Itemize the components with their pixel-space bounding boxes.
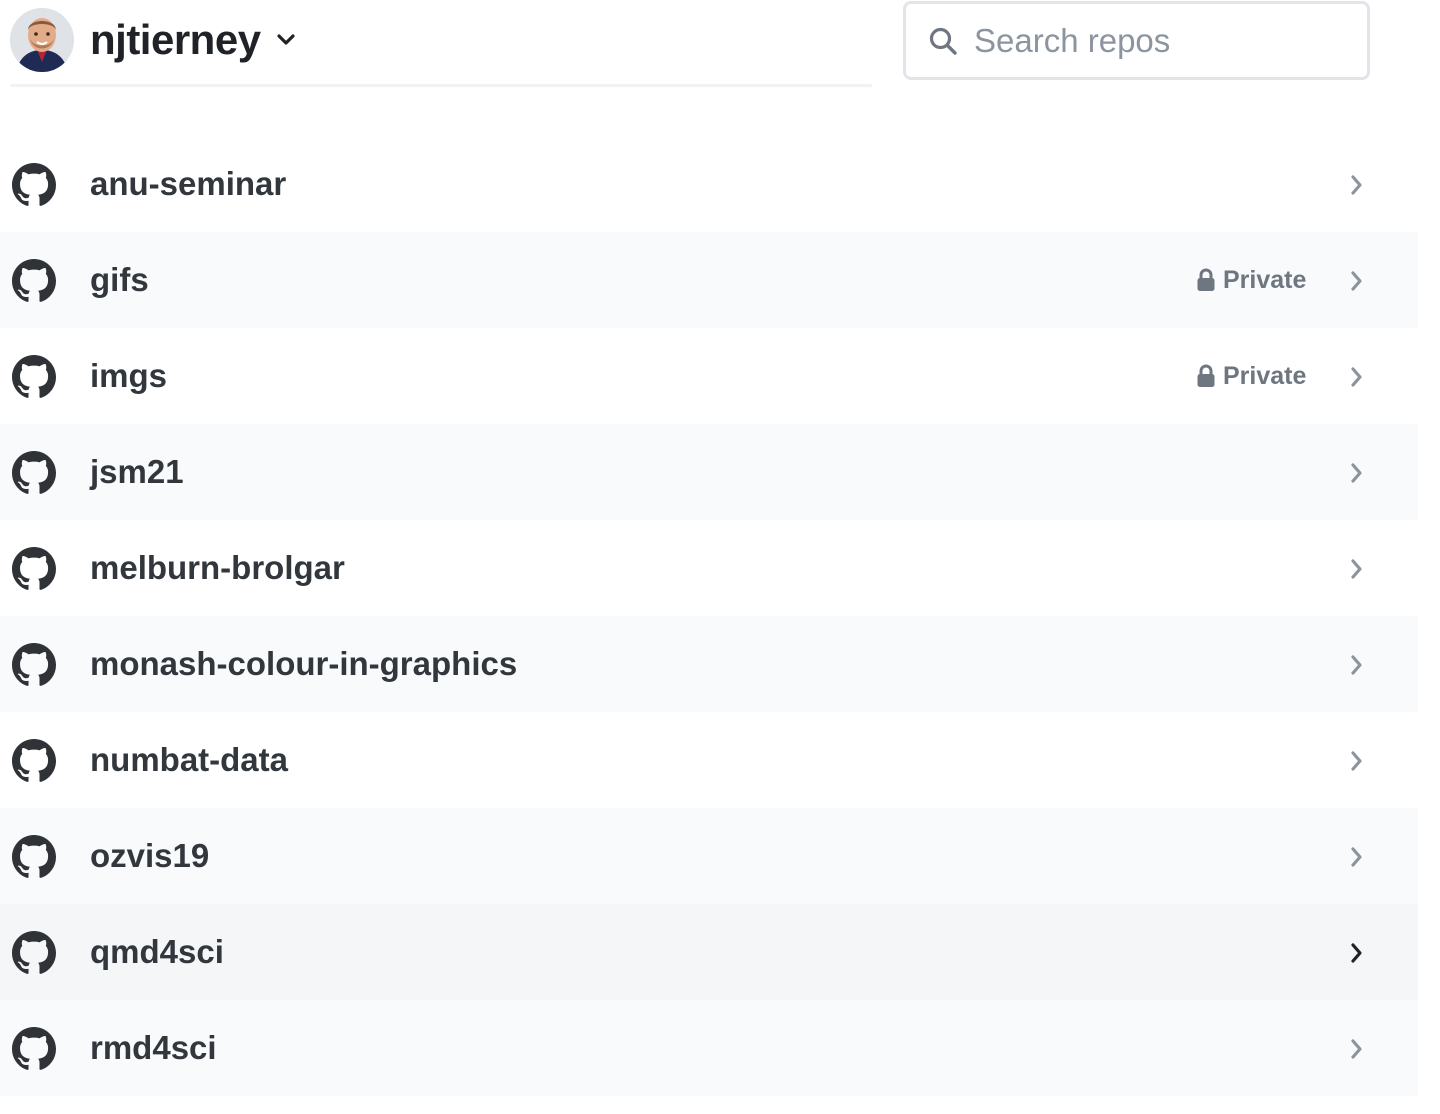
github-icon xyxy=(12,739,56,782)
search-input[interactable] xyxy=(974,21,1354,60)
repo-row[interactable]: numbat-data xyxy=(0,712,1418,808)
repo-row[interactable]: monash-colour-in-graphics xyxy=(0,616,1418,712)
chevron-right-icon[interactable] xyxy=(1350,654,1364,676)
github-icon xyxy=(12,259,56,302)
repo-name: ozvis19 xyxy=(90,837,210,874)
repo-name: anu-seminar xyxy=(90,165,287,202)
repo-name: imgs xyxy=(90,357,168,394)
chevron-right-icon[interactable] xyxy=(1350,558,1364,580)
chevron-right-icon[interactable] xyxy=(1350,462,1364,484)
chevron-right-icon[interactable] xyxy=(1350,270,1364,292)
search-icon xyxy=(928,26,958,56)
repo-name: jsm21 xyxy=(90,453,184,490)
private-badge: Private xyxy=(1197,362,1306,391)
private-badge: Private xyxy=(1197,266,1306,295)
username[interactable]: njtierney xyxy=(90,16,261,64)
header-divider xyxy=(10,84,872,87)
repo-name: melburn-brolgar xyxy=(90,549,345,586)
repo-row[interactable]: jsm21 xyxy=(0,424,1418,520)
github-icon xyxy=(12,1027,56,1070)
github-icon xyxy=(12,547,56,590)
github-icon xyxy=(12,931,56,974)
repo-row[interactable]: melburn-brolgar xyxy=(0,520,1418,616)
chevron-down-icon[interactable] xyxy=(276,34,295,46)
header: njtierney xyxy=(0,0,1440,110)
github-icon xyxy=(12,451,56,494)
github-icon xyxy=(12,835,56,878)
repo-row[interactable]: imgs Private xyxy=(0,328,1418,424)
repo-row[interactable]: ozvis19 xyxy=(0,808,1418,904)
chevron-right-icon[interactable] xyxy=(1350,366,1364,388)
repo-name: rmd4sci xyxy=(90,1029,217,1066)
avatar xyxy=(10,8,74,72)
repo-row[interactable]: rmd4sci xyxy=(0,1000,1418,1096)
account-switcher[interactable]: njtierney xyxy=(10,8,295,72)
github-icon xyxy=(12,643,56,686)
chevron-right-icon[interactable] xyxy=(1350,942,1364,964)
repo-row[interactable]: anu-seminar xyxy=(0,136,1418,232)
repo-name: qmd4sci xyxy=(90,933,224,970)
repo-row[interactable]: qmd4sci xyxy=(0,904,1418,1000)
private-label: Private xyxy=(1223,361,1307,390)
lock-icon xyxy=(1197,268,1215,291)
search-box[interactable] xyxy=(903,1,1370,80)
repo-list: anu-seminar gifs Private imgs Private jsm21 me… xyxy=(0,136,1418,1096)
github-icon xyxy=(12,163,56,206)
repo-row[interactable]: gifs Private xyxy=(0,232,1418,328)
chevron-right-icon[interactable] xyxy=(1350,1038,1364,1060)
github-icon xyxy=(12,355,56,398)
chevron-right-icon[interactable] xyxy=(1350,846,1364,868)
repo-name: numbat-data xyxy=(90,741,288,778)
private-label: Private xyxy=(1223,265,1307,294)
lock-icon xyxy=(1197,364,1215,387)
chevron-right-icon[interactable] xyxy=(1350,750,1364,772)
chevron-right-icon[interactable] xyxy=(1350,174,1364,196)
repo-name: gifs xyxy=(90,261,149,298)
repo-name: monash-colour-in-graphics xyxy=(90,645,518,682)
